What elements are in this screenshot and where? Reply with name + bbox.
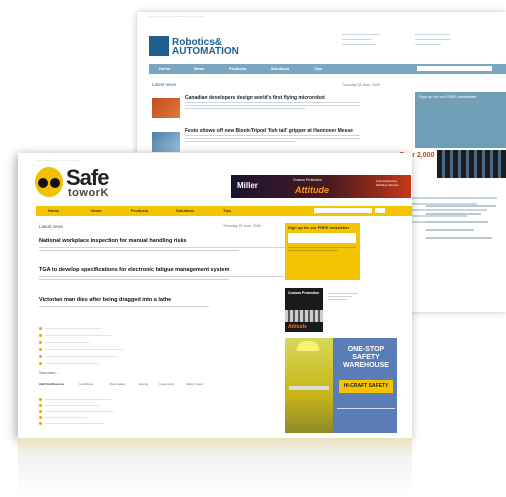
- header-text-1: [342, 34, 382, 49]
- safety-goggles-icon: [35, 167, 63, 197]
- list-item[interactable]: ——————————————————————————: [39, 346, 289, 353]
- tab-add-ons[interactable]: Add Ons/Sources: [39, 382, 64, 386]
- list-item[interactable]: ——————————————————————: [39, 332, 289, 339]
- tab-safety-news[interactable]: Safety News: [186, 382, 203, 386]
- tab-conditions[interactable]: Conditions: [79, 382, 93, 386]
- list-item[interactable]: ————————————————————: [39, 420, 289, 426]
- worker-image: [285, 338, 333, 433]
- story-title[interactable]: Victorian man dies after being dragged i…: [39, 297, 171, 303]
- nav-news[interactable]: News: [194, 66, 204, 71]
- logo-mark-icon: [149, 36, 169, 56]
- banner-side-text: Auto-Darkening Welding Helmets: [376, 179, 399, 187]
- tab-events[interactable]: Events: [139, 382, 148, 386]
- email-field[interactable]: [288, 233, 356, 243]
- nav-tips[interactable]: Tips: [223, 208, 231, 213]
- ad-footer: [337, 408, 395, 413]
- sidebar-lines: [412, 165, 506, 315]
- page-reflection: [18, 438, 412, 497]
- logo-word-towork[interactable]: toworK: [68, 187, 109, 199]
- story-image[interactable]: [152, 98, 180, 118]
- search-input[interactable]: [417, 66, 492, 71]
- ad-brand: HI-CRAFT SAFETY: [339, 380, 393, 393]
- side-ad[interactable]: Custom Protection Attitude: [285, 288, 323, 332]
- story-image[interactable]: [152, 132, 180, 152]
- nav-home[interactable]: Home: [48, 208, 59, 213]
- header-text-2: [415, 34, 455, 49]
- banner-brand: Miller: [237, 181, 258, 190]
- ad-caption: [328, 293, 358, 304]
- top-links: —— ——— ——— ——— ——— ———: [149, 14, 205, 18]
- date-text: Thursday 25 June, 2009: [223, 224, 261, 228]
- date-text: Thursday 25 June, 2009: [342, 83, 380, 87]
- story-title[interactable]: Canadian developers design world's first…: [185, 95, 325, 101]
- nav-products[interactable]: Products: [229, 66, 246, 71]
- signup-heading: Sign up for our FREE newsletter: [419, 94, 477, 99]
- safety-warehouse-ad[interactable]: ONE-STOP SAFETY WAREHOUSE HI-CRAFT SAFET…: [285, 338, 397, 433]
- story-title[interactable]: National workplace inspection for manual…: [39, 238, 187, 244]
- robotics-logo[interactable]: Robotics& AUTOMATION: [149, 36, 249, 58]
- signup-heading: Sign up for our FREE newsletter: [288, 225, 350, 230]
- list-item[interactable]: ——————————————————: [39, 360, 289, 367]
- list-item[interactable]: ———————————————————: [39, 325, 289, 332]
- list-item[interactable]: ———————————————: [39, 339, 289, 346]
- story-title[interactable]: Festo shows off new BionicTripod 'fish t…: [185, 128, 353, 134]
- header-banner-ad[interactable]: Miller Custom Protection Attitude Auto-D…: [231, 175, 411, 198]
- safetowork-page-screenshot: —— ——— ——— ——— ——— Safe toworK Miller Cu…: [18, 153, 412, 438]
- logo-line2: AUTOMATION: [172, 46, 239, 57]
- tab-case-study[interactable]: Case study: [159, 382, 174, 386]
- view-more-link[interactable]: View more...: [39, 371, 58, 375]
- ad-top-text: Custom Protection: [288, 291, 320, 295]
- story-summary: [39, 276, 287, 284]
- story-title[interactable]: TGA to develop specifications for electr…: [39, 267, 230, 273]
- signup-options: [288, 247, 356, 255]
- ad-headline: ONE-STOP SAFETY WAREHOUSE: [343, 346, 389, 369]
- nav-news[interactable]: News: [91, 208, 101, 213]
- nav-products[interactable]: Products: [131, 208, 148, 213]
- search-button[interactable]: [375, 208, 385, 213]
- ad-brand: Attitude: [288, 324, 307, 330]
- ad-image: [285, 310, 323, 322]
- nav-home[interactable]: Home: [159, 66, 170, 71]
- story-summary: [39, 247, 287, 255]
- category-tabs: Add Ons/Sources Conditions ChemSafety Ev…: [39, 381, 289, 388]
- list-item[interactable]: ————————————————————————: [39, 353, 289, 360]
- story-summary: [39, 306, 287, 311]
- top-links: —— ——— ——— ——— ———: [36, 158, 82, 162]
- latest-news-heading: Latest news: [39, 224, 64, 229]
- tab-news-list: —————————————————————— —————————————————…: [39, 396, 289, 426]
- nav-tips[interactable]: Tips: [314, 66, 322, 71]
- banner-headline: Attitude: [295, 185, 329, 195]
- banner-tagline: Custom Protection: [293, 178, 322, 182]
- tab-chemsafety[interactable]: ChemSafety: [109, 382, 126, 386]
- nav-solutions[interactable]: Solutions: [271, 66, 289, 71]
- nav-solutions[interactable]: Solutions: [176, 208, 194, 213]
- search-input[interactable]: [314, 208, 372, 213]
- latest-news-heading: Latest news: [152, 82, 177, 87]
- newsletter-signup[interactable]: [415, 92, 506, 148]
- story-summary: [185, 135, 360, 146]
- news-list: ——————————————————— ————————————————————…: [39, 325, 289, 367]
- story-summary: [185, 102, 360, 113]
